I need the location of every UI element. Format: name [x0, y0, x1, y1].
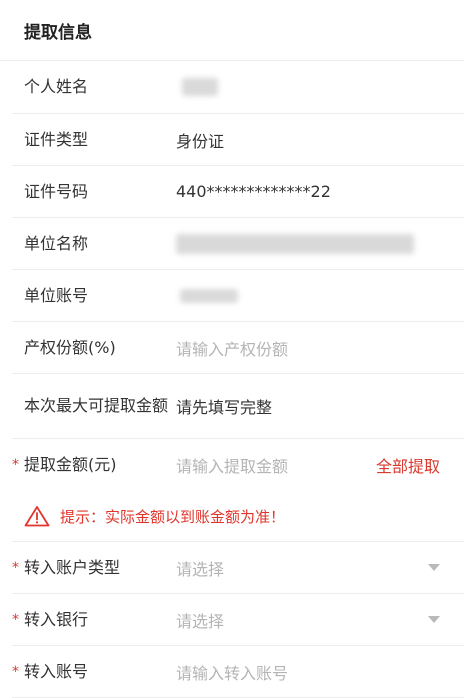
- account-type-select[interactable]: 请选择: [176, 556, 464, 580]
- row-company-account: 单位账号: [12, 270, 464, 322]
- property-share-label: 产权份额(%): [24, 337, 116, 357]
- row-account-number[interactable]: * 转入账号 请输入转入账号: [12, 646, 464, 698]
- account-number-label: 转入账号: [24, 661, 89, 681]
- name-value-redacted: [182, 78, 218, 96]
- bank-label: 转入银行: [24, 609, 89, 629]
- row-name: 个人姓名: [12, 61, 464, 114]
- account-type-label: 转入账户类型: [24, 557, 121, 577]
- withdrawal-info-form: 提取信息 个人姓名 证件类型 身份证 证件号码 440*************…: [0, 0, 464, 698]
- dropdown-arrow-icon[interactable]: [428, 616, 440, 623]
- id-type-value: 身份证: [176, 131, 225, 151]
- row-withdraw-amount[interactable]: * 提取金额(元) 请输入提取金额 全部提取: [12, 439, 464, 491]
- row-property-share[interactable]: 产权份额(%) 请输入产权份额: [12, 322, 464, 374]
- max-amount-label: 本次最大可提取金额: [24, 396, 169, 415]
- row-account-type[interactable]: * 转入账户类型 请选择: [12, 542, 464, 594]
- required-mark: *: [12, 611, 19, 628]
- property-share-input[interactable]: 请输入产权份额: [176, 336, 464, 360]
- withdraw-amount-label: 提取金额(元): [24, 455, 117, 474]
- id-number-value: 440*************22: [176, 182, 331, 201]
- max-amount-value: 请先填写完整: [176, 398, 273, 417]
- company-name-value-redacted: [176, 233, 414, 254]
- company-account-label: 单位账号: [24, 285, 89, 305]
- row-id-type: 证件类型 身份证: [12, 114, 464, 166]
- page-title: 提取信息: [0, 0, 464, 61]
- amount-tip-text: 提示：实际金额以到账金额为准！: [60, 507, 286, 526]
- amount-tip: 提示：实际金额以到账金额为准！: [12, 491, 464, 542]
- row-bank[interactable]: * 转入银行 请选择: [12, 594, 464, 646]
- row-company-name: 单位名称: [12, 218, 464, 270]
- required-mark: *: [12, 559, 19, 576]
- row-id-number: 证件号码 440*************22: [12, 166, 464, 218]
- required-mark: *: [12, 457, 19, 473]
- row-max-amount: 本次最大可提取金额 请先填写完整: [12, 374, 464, 439]
- dropdown-arrow-icon[interactable]: [428, 564, 440, 571]
- company-account-value-redacted: [180, 288, 238, 303]
- account-number-input[interactable]: 请输入转入账号: [176, 660, 464, 684]
- withdraw-all-button[interactable]: 全部提取: [376, 453, 440, 477]
- bank-select[interactable]: 请选择: [176, 608, 464, 632]
- id-type-label: 证件类型: [24, 129, 89, 149]
- required-mark: *: [12, 663, 19, 680]
- warning-icon: [24, 506, 50, 527]
- name-label: 个人姓名: [24, 77, 89, 96]
- id-number-label: 证件号码: [24, 181, 89, 201]
- company-name-label: 单位名称: [24, 233, 89, 253]
